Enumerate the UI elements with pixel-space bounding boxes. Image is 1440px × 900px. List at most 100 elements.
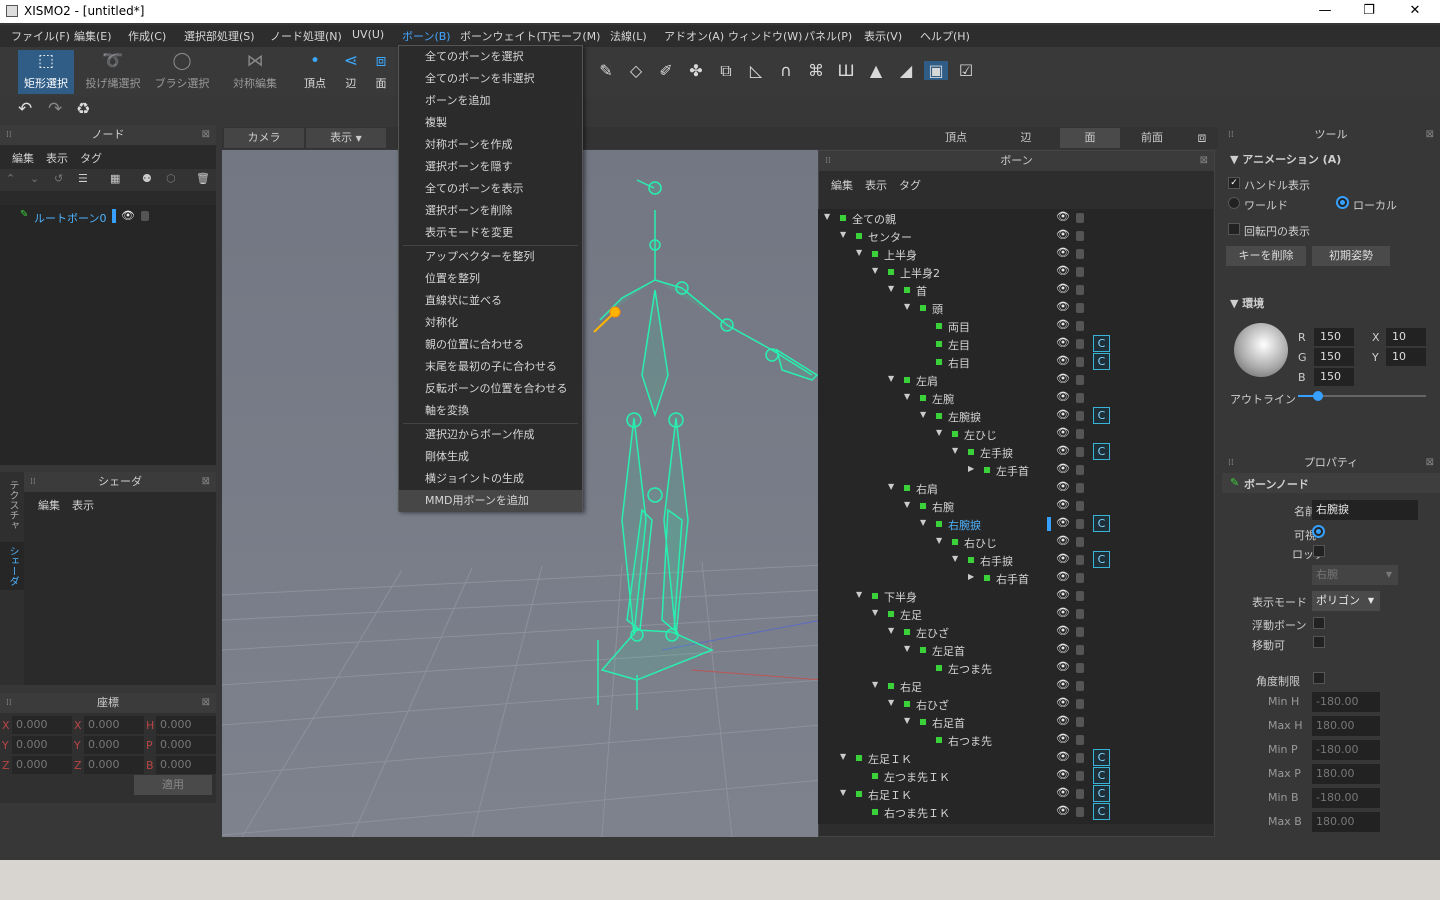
eye-icon[interactable]: 👁	[1056, 246, 1070, 259]
bone-tree-row[interactable]: 左つま先ＩＫ 👁 C	[818, 767, 1213, 785]
lock-icon[interactable]	[1076, 573, 1084, 583]
lock-icon[interactable]	[1076, 807, 1084, 817]
menu-file[interactable]: ファイル(F)	[11, 28, 70, 44]
bone-menu-item[interactable]: 横ジョイントの生成	[399, 468, 582, 490]
eye-icon[interactable]: 👁	[1056, 300, 1070, 313]
tab-edge[interactable]: 辺	[996, 128, 1056, 148]
undo-icon[interactable]: ↶	[18, 99, 32, 119]
coord-value-field[interactable]: 0.000	[156, 716, 216, 734]
close-icon[interactable]: ⊠	[1426, 125, 1434, 145]
expand-arrow-icon[interactable]: ▼	[920, 410, 926, 419]
bone-tree-row[interactable]: ▼ 左腕 👁	[818, 389, 1213, 407]
apply-button[interactable]: 適用	[134, 775, 212, 795]
constraint-badge[interactable]: C	[1093, 353, 1110, 370]
expand-arrow-icon[interactable]: ▼	[952, 446, 958, 455]
expand-arrow-icon[interactable]: ▼	[856, 590, 862, 599]
expand-arrow-icon[interactable]: ▼	[872, 266, 878, 275]
eye-icon[interactable]: 👁	[1056, 534, 1070, 547]
bone-menu-item[interactable]: 表示モードを変更	[399, 222, 582, 244]
eye-icon[interactable]: 👁	[1056, 264, 1070, 277]
bone-menu-item[interactable]: ボーンを追加	[399, 90, 582, 112]
x-value-field[interactable]: 10	[1386, 328, 1426, 346]
extrude-icon[interactable]: Ш	[834, 61, 858, 80]
eye-icon[interactable]: 👁	[1056, 426, 1070, 439]
constraint-badge[interactable]: C	[1093, 803, 1110, 820]
constraint-badge[interactable]: C	[1093, 407, 1110, 424]
lock-icon[interactable]	[1076, 645, 1084, 655]
outline-slider[interactable]	[1298, 391, 1426, 401]
magnet-icon[interactable]: ∩	[774, 61, 798, 80]
eye-icon[interactable]: 👁	[121, 209, 135, 222]
lock-checkbox[interactable]	[1313, 545, 1325, 557]
bone-name-input[interactable]: 右腕捩	[1312, 500, 1418, 520]
limit-value-field[interactable]: -180.00	[1312, 740, 1380, 760]
eye-icon[interactable]: 👁	[1056, 696, 1070, 709]
puzzle-icon[interactable]: ✤	[684, 61, 708, 80]
eye-icon[interactable]: 👁	[1056, 570, 1070, 583]
bone-tree-row[interactable]: ▼ センター 👁	[818, 227, 1213, 245]
angle-limit-checkbox[interactable]	[1313, 672, 1325, 684]
coord-value-field[interactable]: 0.000	[12, 736, 72, 754]
lock-icon[interactable]	[1076, 699, 1084, 709]
eye-icon[interactable]: 👁	[1056, 732, 1070, 745]
vertex-mode-tool[interactable]: • 頂点	[300, 50, 330, 94]
bone-menu-item[interactable]: 末尾を最初の子に合わせる	[399, 356, 582, 378]
tab-front[interactable]: 前面	[1122, 128, 1182, 148]
bone-tree-row[interactable]: 右つま先ＩＫ 👁 C	[818, 803, 1213, 821]
eye-icon[interactable]: 👁	[1056, 498, 1070, 511]
eye-icon[interactable]: 👁	[1056, 462, 1070, 475]
bone-tree-row[interactable]: ▼ 首 👁	[818, 281, 1213, 299]
expand-arrow-icon[interactable]: ▼	[904, 500, 910, 509]
parent-dropdown[interactable]: 右腕 ▼	[1312, 565, 1398, 585]
bag-icon[interactable]: ▲	[864, 61, 888, 80]
g-value-field[interactable]: 150	[1314, 348, 1354, 366]
collapse-arrow-icon[interactable]: ▶	[968, 572, 974, 581]
eye-icon[interactable]: 👁	[1056, 318, 1070, 331]
constraint-badge[interactable]: C	[1093, 551, 1110, 568]
constraint-badge[interactable]: C	[1093, 767, 1110, 784]
eye-icon[interactable]: 👁	[1056, 408, 1070, 421]
lock-icon[interactable]	[1076, 753, 1084, 763]
lock-icon[interactable]	[1076, 429, 1084, 439]
bone-tree-row[interactable]: ▼ 左腕捩 👁 C	[818, 407, 1213, 425]
eye-icon[interactable]: 👁	[1056, 642, 1070, 655]
bone-menu-item[interactable]: 全てのボーンを表示	[399, 178, 582, 200]
lock-icon[interactable]	[1076, 609, 1084, 619]
expand-arrow-icon[interactable]: ▼	[904, 302, 910, 311]
bone-tree-row[interactable]: 左目 👁 C	[818, 335, 1213, 353]
bone-tree-row[interactable]: ▼ 左足 👁	[818, 605, 1213, 623]
copy-mesh-icon[interactable]: ⧉	[714, 61, 738, 81]
lock-icon[interactable]	[1076, 501, 1084, 511]
lock-icon[interactable]	[1076, 411, 1084, 421]
eye-icon[interactable]: 👁	[1056, 552, 1070, 565]
bone-tree-row[interactable]: 右つま先 👁	[818, 731, 1213, 749]
eye-icon[interactable]: 👁	[1056, 804, 1070, 817]
bone-tree-row[interactable]: ▼ 左足首 👁	[818, 641, 1213, 659]
move-down-icon[interactable]: ⌄	[30, 172, 39, 185]
eye-icon[interactable]: 👁	[1056, 678, 1070, 691]
bone-menu-item[interactable]: 全てのボーンを選択	[399, 46, 582, 68]
environment-header[interactable]: ▼ 環境	[1230, 295, 1264, 311]
close-icon[interactable]: ⊠	[1200, 151, 1208, 171]
eye-icon[interactable]: 👁	[1056, 372, 1070, 385]
eye-icon[interactable]: 👁	[1056, 516, 1070, 529]
collapse-arrow-icon[interactable]: ▶	[968, 464, 974, 473]
r-value-field[interactable]: 150	[1314, 328, 1354, 346]
grip-icon[interactable]: ⁞⁞	[6, 693, 12, 713]
lock-icon[interactable]	[1076, 735, 1084, 745]
expand-arrow-icon[interactable]: ▼	[920, 518, 926, 527]
expand-arrow-icon[interactable]: ▼	[936, 536, 942, 545]
eye-icon[interactable]: 👁	[1056, 786, 1070, 799]
lock-icon[interactable]	[1076, 393, 1084, 403]
tab-shader[interactable]: シェーダ	[5, 546, 20, 586]
delete-key-button[interactable]: キーを削除	[1226, 246, 1306, 266]
bone-tree-row[interactable]: 左つま先 👁	[818, 659, 1213, 677]
camera-dropdown[interactable]: カメラ	[224, 128, 304, 148]
minimize-button[interactable]: —	[1302, 0, 1348, 23]
menu-edit[interactable]: 編集(E)	[74, 28, 112, 44]
menu-node[interactable]: ノード処理(N)	[270, 28, 342, 44]
bone-tree-row[interactable]: ▶ 左手首 👁	[818, 461, 1213, 479]
limit-value-field[interactable]: -180.00	[1312, 788, 1380, 808]
lock-icon[interactable]	[1076, 357, 1084, 367]
eye-icon[interactable]: 👁	[1056, 480, 1070, 493]
